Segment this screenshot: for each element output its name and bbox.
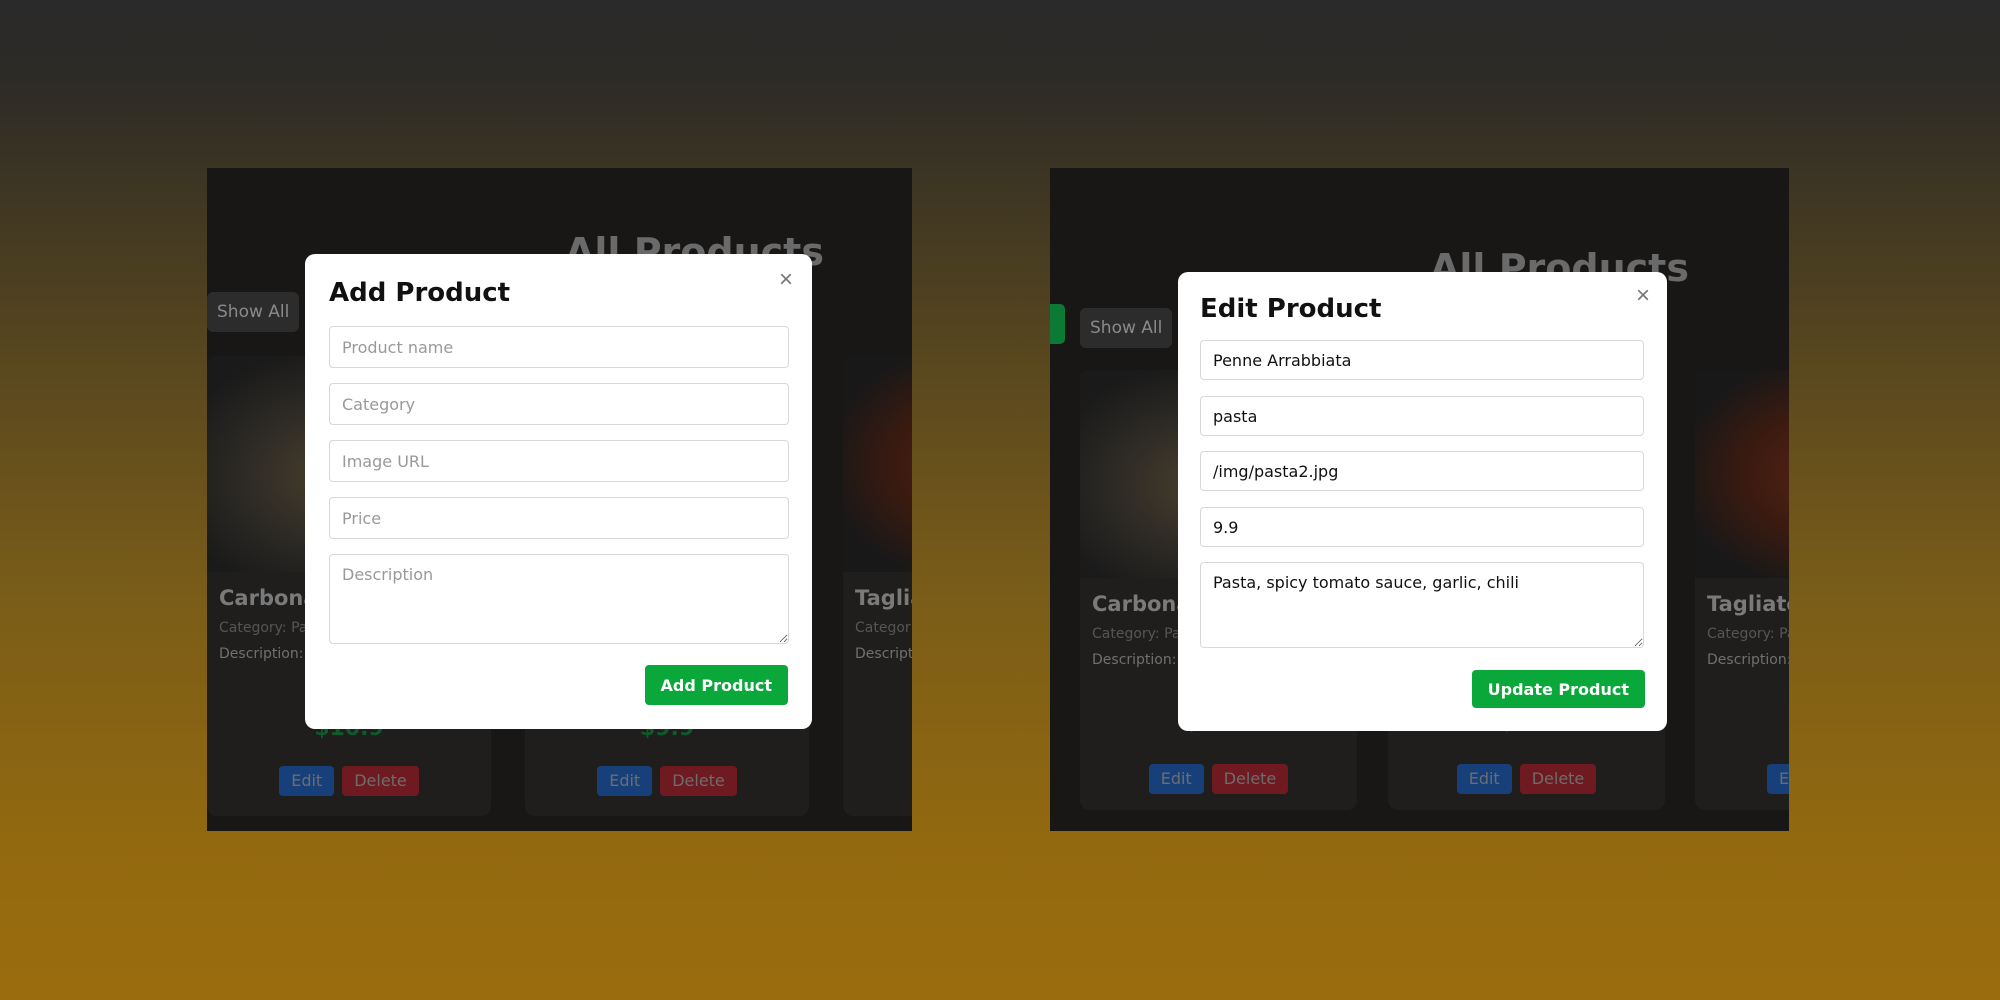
add-product-button[interactable]: Add Product — [644, 665, 788, 705]
product-image — [843, 356, 912, 572]
image-url-input[interactable] — [329, 440, 789, 482]
add-product-modal: Add Product × Add Product — [305, 254, 812, 729]
delete-button[interactable]: Delete — [660, 766, 737, 796]
edit-button[interactable]: Edit — [279, 766, 335, 796]
close-icon[interactable]: × — [1631, 284, 1655, 308]
product-name: Taglia — [855, 586, 912, 610]
product-description: Description: parmesan — [1707, 652, 1789, 668]
add-button-edge[interactable] — [1050, 304, 1065, 344]
product-description: Descript parmesa — [855, 646, 912, 662]
edit-product-modal: Edit Product × Pasta, spicy tomato sauce… — [1178, 272, 1667, 731]
modal-title: Edit Product — [1200, 294, 1382, 324]
product-image — [1695, 370, 1789, 578]
delete-button[interactable]: Delete — [342, 766, 419, 796]
product-name-input[interactable] — [1200, 340, 1644, 380]
product-card: Taglia Categor Descript parmesa — [843, 356, 912, 816]
category-input[interactable] — [329, 383, 789, 425]
description-input[interactable] — [329, 554, 789, 644]
product-card: Tagliatel Category: Pa Description: parm… — [1695, 370, 1789, 810]
image-url-input[interactable] — [1200, 451, 1644, 491]
edit-button[interactable]: Edit — [1148, 764, 1204, 794]
price-input[interactable] — [329, 497, 789, 539]
product-category: Category: Pa — [1707, 626, 1789, 642]
modal-title: Add Product — [329, 278, 511, 308]
edit-button[interactable]: Edit — [597, 766, 653, 796]
product-name: Tagliatel — [1707, 592, 1789, 616]
edit-button[interactable]: E — [1767, 764, 1789, 794]
category-input[interactable] — [1200, 396, 1644, 436]
edit-product-screen: All Products Show All Carbonar Category:… — [1050, 168, 1789, 831]
update-product-button[interactable]: Update Product — [1471, 670, 1645, 708]
price-input[interactable] — [1200, 507, 1644, 547]
delete-button[interactable]: Delete — [1519, 764, 1597, 794]
close-icon[interactable]: × — [774, 268, 798, 292]
delete-button[interactable]: Delete — [1211, 764, 1289, 794]
description-input[interactable]: Pasta, spicy tomato sauce, garlic, chili — [1200, 562, 1644, 648]
product-name-input[interactable] — [329, 326, 789, 368]
product-category: Categor — [855, 620, 911, 636]
edit-button[interactable]: Edit — [1456, 764, 1512, 794]
add-product-screen: All Products Show All Carbonar Category:… — [207, 168, 912, 831]
show-all-button[interactable]: Show All — [207, 292, 300, 332]
show-all-button[interactable]: Show All — [1080, 308, 1173, 348]
